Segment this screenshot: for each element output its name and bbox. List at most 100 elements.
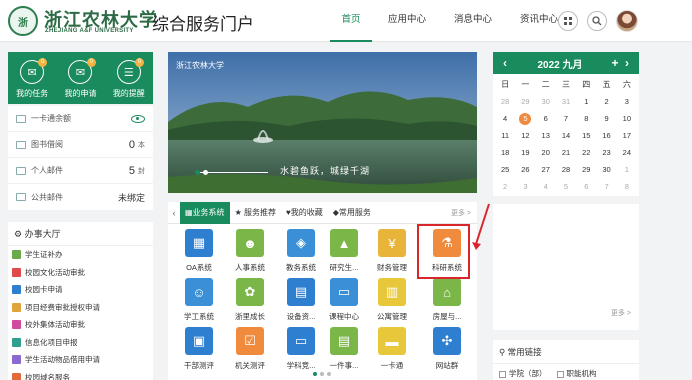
calendar-day[interactable]: 3	[515, 178, 535, 195]
calendar-day[interactable]: 4	[536, 178, 556, 195]
calendar-day[interactable]: 23	[596, 144, 616, 161]
tab-favorites[interactable]: ♥我的收藏	[281, 202, 328, 224]
calendar-day-number: 9	[604, 114, 609, 123]
page-dot[interactable]	[320, 372, 324, 376]
app-tile[interactable]: ☺ 学工系统	[173, 278, 225, 328]
service-hall-item[interactable]: 校园文化活动审批	[8, 264, 153, 282]
calendar-day[interactable]: 17	[617, 127, 637, 144]
calendar-day[interactable]: 25	[495, 161, 515, 178]
campus-banner[interactable]: 浙江农林大学 水碧鱼跃，城绿千湖	[168, 52, 477, 193]
calendar-day[interactable]: 16	[596, 127, 616, 144]
search-icon[interactable]	[587, 11, 607, 31]
nav-app-center[interactable]: 应用中心	[376, 0, 438, 42]
calendar-day[interactable]: 6	[536, 110, 556, 127]
calendar-day[interactable]: 31	[556, 93, 576, 110]
calendar-day[interactable]: 4	[495, 110, 515, 127]
calendar-day[interactable]: 8	[617, 178, 637, 195]
calendar-day[interactable]: 8	[576, 110, 596, 127]
tab-business-systems[interactable]: ▦业务系统	[180, 201, 230, 224]
avatar[interactable]	[616, 10, 638, 32]
service-hall-item[interactable]: 校外集体活动审批	[8, 316, 153, 334]
link-item-departments[interactable]: 职能机构	[556, 368, 597, 379]
chevron-right-icon[interactable]: ›	[621, 56, 633, 70]
calendar-day[interactable]: 5	[556, 178, 576, 195]
calendar-day[interactable]: 30	[596, 161, 616, 178]
calendar-day[interactable]: 7	[596, 178, 616, 195]
tab-recommended[interactable]: ★ 服务推荐	[230, 202, 281, 224]
calendar-day[interactable]: 14	[556, 127, 576, 144]
service-hall-item[interactable]: 校园域名服务	[8, 369, 153, 380]
calendar-day[interactable]: 7	[556, 110, 576, 127]
calendar-weekday: 四	[582, 80, 591, 89]
calendar-day[interactable]: 3	[617, 93, 637, 110]
calendar-day[interactable]: 12	[515, 127, 535, 144]
mail-icon	[16, 166, 26, 175]
calendar-day[interactable]: 1	[617, 161, 637, 178]
service-hall-item[interactable]: 项目经费审批授权申请	[8, 299, 153, 317]
calendar-day[interactable]: 6	[576, 178, 596, 195]
app-tile[interactable]: ✣ 网站群	[421, 327, 473, 377]
personal-mail-count: 5	[128, 164, 135, 177]
page-dot[interactable]	[327, 372, 331, 376]
app-tile[interactable]: ▬ 一卡通	[366, 327, 418, 377]
calendar-day[interactable]: 19	[515, 144, 535, 161]
plus-icon[interactable]: +	[609, 56, 621, 70]
app-tile[interactable]: ▲ 研究生...	[318, 229, 370, 279]
app-tile[interactable]: ⌂ 房屋与...	[421, 278, 473, 328]
chevron-left-icon[interactable]: ‹	[168, 208, 180, 218]
carousel-dot[interactable]	[203, 170, 208, 175]
app-tile[interactable]: ☻ 人事系统	[224, 229, 276, 279]
library-row[interactable]: 图书借阅 0 本	[8, 132, 153, 158]
calendar-day[interactable]: 26	[515, 161, 535, 178]
app-tile[interactable]: ✿ 浙里成长	[224, 278, 276, 328]
calendar-day[interactable]: 15	[576, 127, 596, 144]
link-item-colleges[interactable]: 学院（部）	[499, 368, 547, 379]
calendar-day[interactable]: 1	[576, 93, 596, 110]
personal-mail-row[interactable]: 个人邮件 5 封	[8, 158, 153, 184]
calendar-day[interactable]: 2	[596, 93, 616, 110]
calendar-day[interactable]: 30	[536, 93, 556, 110]
app-tile[interactable]: ▣ 干部测评	[173, 327, 225, 377]
calendar-day[interactable]: 21	[556, 144, 576, 161]
nav-home[interactable]: 首页	[330, 0, 372, 42]
my-tasks-button[interactable]: ✉ 0 我的任务	[8, 52, 56, 104]
calendar-day[interactable]: 13	[536, 127, 556, 144]
app-tile[interactable]: ▤ 一件事...	[318, 327, 370, 377]
calendar-day[interactable]: 9	[596, 110, 616, 127]
calendar-day[interactable]: 28	[556, 161, 576, 178]
service-hall-item[interactable]: 学生活动物品借用申请	[8, 351, 153, 369]
calendar-day[interactable]: 2	[495, 178, 515, 195]
app-tile[interactable]: ☑ 机关测评	[224, 327, 276, 377]
calendar-day[interactable]: 27	[536, 161, 556, 178]
public-mail-row[interactable]: 公共邮件 未绑定	[8, 184, 153, 210]
carousel-dot[interactable]	[195, 170, 200, 175]
more-link[interactable]: 更多 >	[611, 308, 631, 318]
tab-common-services[interactable]: ◆常用服务	[328, 202, 376, 224]
app-tile[interactable]: ▥ 公寓管理	[366, 278, 418, 328]
calendar-day[interactable]: 5	[515, 110, 535, 127]
grid-icon[interactable]	[558, 11, 578, 31]
nav-message-center[interactable]: 消息中心	[442, 0, 504, 42]
service-hall-item[interactable]: 校园卡申请	[8, 281, 153, 299]
service-hall-item[interactable]: 信息化项目申报	[8, 334, 153, 352]
calendar-day[interactable]: 10	[617, 110, 637, 127]
chevron-left-icon[interactable]: ‹	[499, 56, 511, 70]
page-dot[interactable]	[313, 372, 317, 376]
calendar-day[interactable]: 28	[495, 93, 515, 110]
calendar-day[interactable]: 22	[576, 144, 596, 161]
app-tile[interactable]: ¥ 财务管理	[366, 229, 418, 279]
eye-icon[interactable]	[131, 114, 145, 123]
app-tile[interactable]: ▦ OA系统	[173, 229, 225, 279]
calendar-day[interactable]: 24	[617, 144, 637, 161]
calendar-day[interactable]: 11	[495, 127, 515, 144]
my-reminders-label: 我的提醒	[112, 89, 145, 98]
calendar-day[interactable]: 20	[536, 144, 556, 161]
service-hall-item[interactable]: 学生证补办	[8, 246, 153, 264]
my-reminders-button[interactable]: ☰ 0 我的提醒	[105, 52, 153, 104]
calendar-day[interactable]: 29	[576, 161, 596, 178]
app-tile[interactable]: ▭ 课程中心	[318, 278, 370, 328]
personal-info-panel: 一卡通余额 图书借阅 0 本 个人邮件 5 封 公共邮件 未绑定	[8, 106, 153, 210]
calendar-day[interactable]: 29	[515, 93, 535, 110]
my-applications-button[interactable]: ✉ 0 我的申请	[56, 52, 104, 104]
calendar-day[interactable]: 18	[495, 144, 515, 161]
